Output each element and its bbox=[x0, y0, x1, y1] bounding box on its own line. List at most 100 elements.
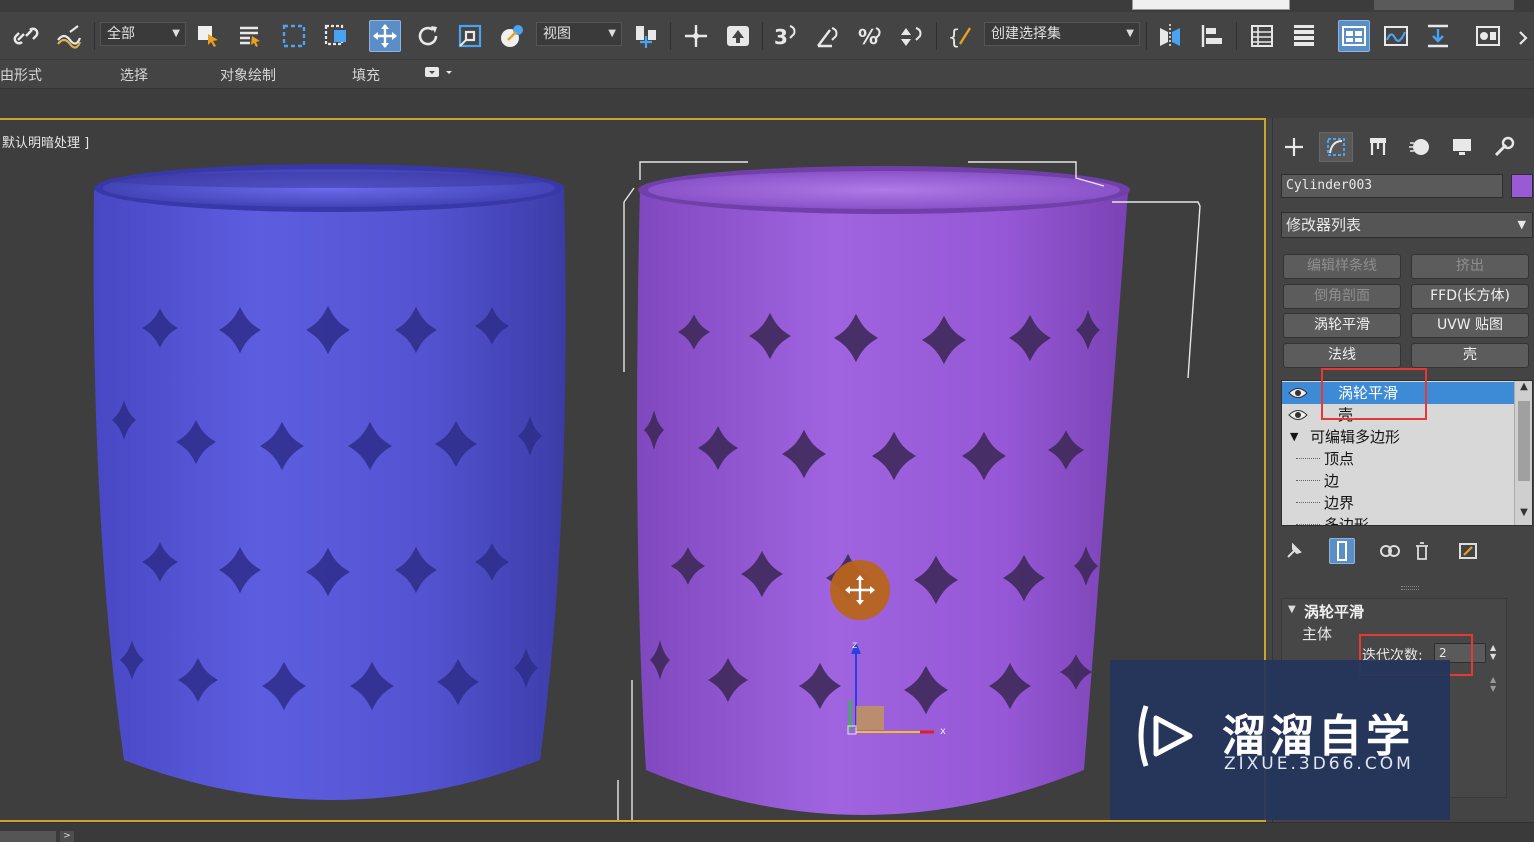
move-cursor-icon bbox=[830, 560, 890, 620]
watermark-url: ZIXUE.3D66.COM bbox=[1224, 754, 1414, 774]
layer-explorer-icon[interactable] bbox=[1288, 20, 1320, 52]
chevron-down-icon: ▼ bbox=[1126, 28, 1134, 39]
modifier-list-dropdown[interactable]: 修改器列表 ▼ bbox=[1281, 212, 1533, 238]
stack-subitem-border[interactable]: 边界 bbox=[1282, 492, 1514, 514]
stack-subitem-edge[interactable]: 边 bbox=[1282, 470, 1514, 492]
select-and-place-icon[interactable] bbox=[496, 20, 528, 52]
stack-item-label: 可编辑多边形 bbox=[1310, 428, 1401, 446]
tree-line bbox=[1296, 458, 1320, 459]
eye-icon[interactable] bbox=[1288, 407, 1308, 423]
ribbon-tab-populate[interactable]: 填充 bbox=[352, 65, 380, 85]
mirror-icon[interactable] bbox=[1154, 20, 1186, 52]
show-end-result-icon[interactable] bbox=[1329, 538, 1355, 564]
configure-modifier-sets-icon[interactable] bbox=[1455, 538, 1481, 564]
ribbon-options-icon[interactable] bbox=[424, 64, 454, 84]
bevel-profile-button[interactable]: 倒角剖面 bbox=[1283, 284, 1401, 309]
select-by-name-icon[interactable] bbox=[234, 20, 266, 52]
rectangular-selection-icon[interactable] bbox=[278, 20, 310, 52]
ribbon-tabs: 自由形式 选择 对象绘制 填充 bbox=[0, 60, 1534, 88]
scroll-up-icon[interactable]: ▲ bbox=[1515, 381, 1532, 397]
turbosmooth-button[interactable]: 涡轮平滑 bbox=[1283, 313, 1401, 338]
curve-editor-icon[interactable] bbox=[1380, 20, 1412, 52]
edit-named-selection-icon[interactable]: { bbox=[944, 20, 976, 52]
named-selection-value: 创建选择集 bbox=[991, 26, 1061, 42]
stack-item-editable-poly[interactable]: ▼ 可编辑多边形 bbox=[1282, 426, 1514, 448]
left-cylinder[interactable] bbox=[93, 164, 566, 800]
viewport-shading-label[interactable]: 默认明暗处理 ] bbox=[2, 132, 89, 151]
svg-text:{: { bbox=[948, 25, 960, 49]
display-tab-icon[interactable] bbox=[1445, 132, 1479, 162]
select-object-icon[interactable] bbox=[192, 20, 224, 52]
perspective-viewport[interactable]: z x 默认明暗处理 ] bbox=[0, 118, 1266, 822]
keyboard-shortcut-override-icon[interactable] bbox=[722, 20, 754, 52]
select-and-rotate-icon[interactable] bbox=[412, 20, 444, 52]
rollout-collapse-icon[interactable]: ▼ bbox=[1288, 604, 1296, 615]
tree-line bbox=[1296, 502, 1320, 503]
svg-text:x: x bbox=[940, 726, 946, 737]
iterations-spinner-icon[interactable]: ▲ ▼ bbox=[1490, 643, 1496, 661]
select-and-move-icon[interactable] bbox=[369, 20, 401, 52]
make-unique-icon[interactable] bbox=[1377, 538, 1403, 564]
bind-space-warp-icon[interactable] bbox=[52, 20, 84, 52]
rollout-separator bbox=[1401, 586, 1419, 590]
scroll-down-icon[interactable]: ▼ bbox=[1515, 507, 1532, 523]
link-icon[interactable] bbox=[10, 20, 42, 52]
stack-item-label: 边界 bbox=[1324, 494, 1355, 512]
collapse-triangle-icon[interactable]: ▼ bbox=[1290, 426, 1298, 448]
stack-subitem-polygon[interactable]: 多边形 bbox=[1282, 514, 1514, 525]
toolbar-overflow-icon[interactable] bbox=[1514, 20, 1534, 52]
render-iters-spinner-icon[interactable]: ▲ ▼ bbox=[1490, 675, 1496, 693]
material-editor-icon[interactable] bbox=[1472, 20, 1504, 52]
manipulate-icon[interactable] bbox=[680, 20, 712, 52]
selection-filter-dropdown[interactable]: 全部 ▼ bbox=[100, 22, 186, 46]
chevron-right-icon[interactable]: > bbox=[60, 831, 74, 842]
snaps-toggle-icon[interactable]: 3 bbox=[770, 20, 802, 52]
scroll-thumb[interactable] bbox=[1518, 401, 1530, 481]
main-group-label: 主体 bbox=[1302, 625, 1333, 643]
modifier-list-label: 修改器列表 bbox=[1286, 216, 1362, 234]
edit-spline-button[interactable]: 编辑样条线 bbox=[1283, 254, 1401, 279]
schematic-view-icon[interactable] bbox=[1422, 20, 1454, 52]
extrude-button[interactable]: 挤出 bbox=[1411, 254, 1529, 279]
remove-modifier-icon[interactable] bbox=[1409, 538, 1435, 564]
rollout-title[interactable]: 涡轮平滑 bbox=[1304, 601, 1364, 622]
ribbon-tab-selection[interactable]: 选择 bbox=[120, 65, 148, 85]
stack-item-label: 边 bbox=[1324, 472, 1340, 490]
pin-stack-icon[interactable] bbox=[1281, 538, 1307, 564]
stack-subitem-vertex[interactable]: 顶点 bbox=[1282, 448, 1514, 470]
select-and-scale-icon[interactable] bbox=[454, 20, 486, 52]
spinner-snap-icon[interactable] bbox=[896, 20, 928, 52]
time-slider[interactable] bbox=[0, 831, 56, 842]
ribbon-tab-object-paint[interactable]: 对象绘制 bbox=[220, 65, 276, 85]
angle-snap-icon[interactable] bbox=[812, 20, 844, 52]
pivot-center-icon[interactable] bbox=[630, 20, 662, 52]
eye-icon[interactable] bbox=[1288, 385, 1308, 401]
shell-button[interactable]: 壳 bbox=[1411, 343, 1529, 368]
main-toolbar: 全部 ▼ 视图 ▼ 3 % {创建选择集 ▼ bbox=[0, 12, 1534, 60]
reference-coordinate-value: 视图 bbox=[543, 26, 571, 42]
percent-snap-icon[interactable]: % bbox=[854, 20, 886, 52]
tree-line bbox=[1296, 480, 1320, 481]
normal-button[interactable]: 法线 bbox=[1283, 343, 1401, 368]
uvw-map-button[interactable]: UVW 贴图 bbox=[1411, 313, 1529, 338]
motion-tab-icon[interactable] bbox=[1403, 132, 1437, 162]
utilities-tab-icon[interactable] bbox=[1487, 132, 1521, 162]
svg-text:z: z bbox=[852, 640, 857, 651]
create-tab-icon[interactable] bbox=[1277, 132, 1311, 162]
ffd-box-button[interactable]: FFD(长方体) bbox=[1411, 284, 1529, 309]
workspace-dropdown[interactable] bbox=[1374, 0, 1514, 10]
object-name-field[interactable]: Cylinder003 bbox=[1281, 174, 1503, 198]
object-color-swatch[interactable] bbox=[1511, 174, 1533, 198]
reference-coordinate-dropdown[interactable]: 视图 ▼ bbox=[536, 22, 622, 46]
scene-explorer-icon[interactable] bbox=[1246, 20, 1278, 52]
user-login-box[interactable] bbox=[1132, 0, 1290, 10]
toggle-ribbon-icon[interactable] bbox=[1338, 20, 1370, 52]
stack-scrollbar[interactable]: ▲ ▼ bbox=[1514, 381, 1532, 525]
stack-item-label: 顶点 bbox=[1324, 450, 1355, 468]
named-selection-dropdown[interactable]: 创建选择集 ▼ bbox=[984, 22, 1140, 46]
hierarchy-tab-icon[interactable] bbox=[1361, 132, 1395, 162]
modify-tab-icon[interactable] bbox=[1319, 132, 1353, 162]
ribbon-tab-freeform[interactable]: 自由形式 bbox=[0, 65, 42, 85]
window-crossing-icon[interactable] bbox=[320, 20, 352, 52]
align-icon[interactable] bbox=[1196, 20, 1228, 52]
